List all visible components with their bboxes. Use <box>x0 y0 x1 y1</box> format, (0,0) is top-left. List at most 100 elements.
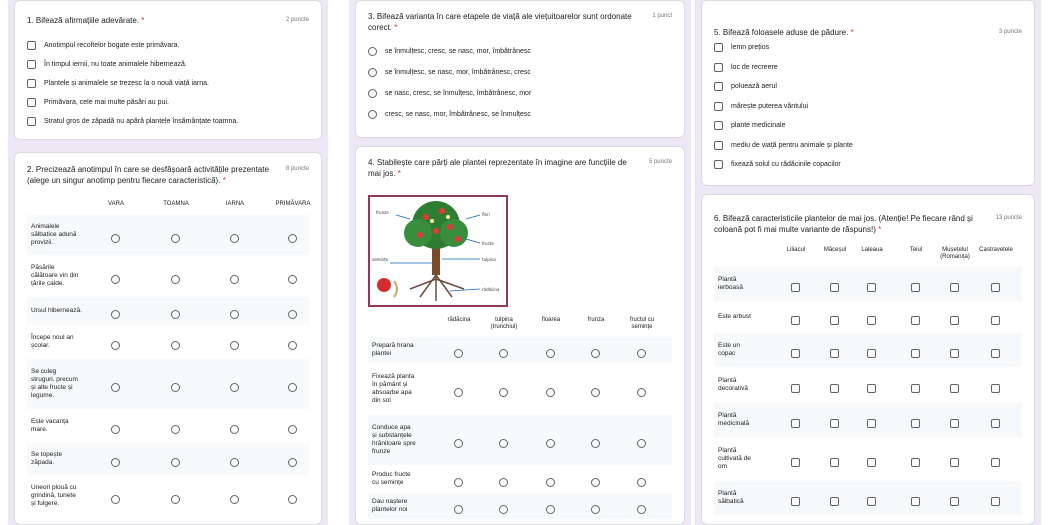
q3-option[interactable]: se înmulțesc, se nasc, mor, îmbătrânesc,… <box>368 68 531 77</box>
radio-button[interactable] <box>454 439 463 448</box>
checkbox[interactable] <box>911 497 920 506</box>
grid-cell[interactable] <box>791 415 800 433</box>
checkbox[interactable] <box>714 160 723 169</box>
grid-cell[interactable] <box>171 491 180 509</box>
grid-cell[interactable] <box>111 230 120 248</box>
checkbox[interactable] <box>714 101 723 111</box>
grid-cell[interactable] <box>171 454 180 472</box>
radio-button[interactable] <box>288 495 297 504</box>
grid-cell[interactable] <box>830 493 839 511</box>
grid-cell[interactable] <box>991 493 1000 511</box>
radio-button[interactable] <box>368 47 377 56</box>
checkbox[interactable] <box>867 349 876 358</box>
grid-cell[interactable] <box>288 421 297 439</box>
checkbox[interactable] <box>950 283 959 292</box>
checkbox[interactable] <box>830 316 839 325</box>
radio-button[interactable] <box>546 349 555 358</box>
grid-cell[interactable] <box>546 384 555 402</box>
grid-cell[interactable] <box>499 345 508 363</box>
grid-cell[interactable] <box>499 501 508 519</box>
radio-button[interactable] <box>591 439 600 448</box>
grid-cell[interactable] <box>499 474 508 492</box>
grid-cell[interactable] <box>867 493 876 511</box>
checkbox[interactable] <box>27 79 36 88</box>
checkbox[interactable] <box>911 316 920 325</box>
grid-cell[interactable] <box>288 306 297 324</box>
radio-button[interactable] <box>111 341 120 350</box>
radio-button[interactable] <box>171 458 180 467</box>
grid-cell[interactable] <box>171 379 180 397</box>
q1-option[interactable]: Anotimpul recoltelor bogate este primăva… <box>27 41 179 50</box>
checkbox[interactable] <box>791 349 800 358</box>
grid-cell[interactable] <box>230 230 239 248</box>
checkbox[interactable] <box>714 43 723 52</box>
q3-option[interactable]: se înmulțesc, cresc, se nasc, mor, îmbăt… <box>368 47 531 56</box>
radio-button[interactable] <box>368 68 377 77</box>
radio-button[interactable] <box>230 425 239 434</box>
radio-button[interactable] <box>637 388 646 397</box>
radio-button[interactable] <box>368 110 377 119</box>
q5-option[interactable]: mediu de viață pentru animale și plante <box>714 140 853 150</box>
checkbox[interactable] <box>991 384 1000 393</box>
grid-cell[interactable] <box>111 271 120 289</box>
checkbox[interactable] <box>950 384 959 393</box>
radio-button[interactable] <box>288 458 297 467</box>
grid-cell[interactable] <box>791 454 800 472</box>
grid-cell[interactable] <box>911 312 920 330</box>
grid-cell[interactable] <box>911 454 920 472</box>
checkbox[interactable] <box>27 98 36 107</box>
q5-option[interactable]: lemn prețios <box>714 43 769 52</box>
grid-cell[interactable] <box>637 435 646 453</box>
grid-cell[interactable] <box>591 345 600 363</box>
grid-cell[interactable] <box>546 435 555 453</box>
radio-button[interactable] <box>171 310 180 319</box>
checkbox[interactable] <box>991 349 1000 358</box>
grid-cell[interactable] <box>950 380 959 398</box>
radio-button[interactable] <box>454 478 463 487</box>
checkbox[interactable] <box>714 82 723 91</box>
checkbox[interactable] <box>950 497 959 506</box>
grid-cell[interactable] <box>288 379 297 397</box>
grid-cell[interactable] <box>791 380 800 398</box>
grid-cell[interactable] <box>911 279 920 297</box>
radio-button[interactable] <box>591 505 600 514</box>
q3-option[interactable]: se nasc, cresc, se înmulțesc, îmbătrânes… <box>368 89 531 98</box>
grid-cell[interactable] <box>171 337 180 355</box>
checkbox[interactable] <box>991 458 1000 467</box>
grid-cell[interactable] <box>454 474 463 492</box>
radio-button[interactable] <box>454 388 463 397</box>
q1-option[interactable]: Primăvara, cele mai multe păsări au pui. <box>27 98 169 107</box>
checkbox[interactable] <box>791 283 800 292</box>
grid-cell[interactable] <box>454 435 463 453</box>
radio-button[interactable] <box>111 495 120 504</box>
grid-cell[interactable] <box>830 380 839 398</box>
radio-button[interactable] <box>230 495 239 504</box>
grid-cell[interactable] <box>867 415 876 433</box>
grid-cell[interactable] <box>911 415 920 433</box>
radio-button[interactable] <box>499 505 508 514</box>
grid-cell[interactable] <box>867 380 876 398</box>
grid-cell[interactable] <box>454 384 463 402</box>
radio-button[interactable] <box>546 388 555 397</box>
radio-button[interactable] <box>171 275 180 284</box>
grid-cell[interactable] <box>991 380 1000 398</box>
grid-cell[interactable] <box>230 337 239 355</box>
grid-cell[interactable] <box>546 474 555 492</box>
q5-option[interactable]: loc de recreere <box>714 62 778 72</box>
grid-cell[interactable] <box>830 415 839 433</box>
radio-button[interactable] <box>230 275 239 284</box>
q1-option[interactable]: Plantele și animalele se trezesc la o no… <box>27 79 209 88</box>
radio-button[interactable] <box>171 383 180 392</box>
radio-button[interactable] <box>111 234 120 243</box>
grid-cell[interactable] <box>230 379 239 397</box>
checkbox[interactable] <box>867 283 876 292</box>
grid-cell[interactable] <box>950 312 959 330</box>
checkbox[interactable] <box>991 316 1000 325</box>
grid-cell[interactable] <box>991 312 1000 330</box>
checkbox[interactable] <box>714 140 723 150</box>
radio-button[interactable] <box>288 425 297 434</box>
radio-button[interactable] <box>288 341 297 350</box>
radio-button[interactable] <box>499 478 508 487</box>
grid-cell[interactable] <box>867 345 876 363</box>
radio-button[interactable] <box>171 425 180 434</box>
